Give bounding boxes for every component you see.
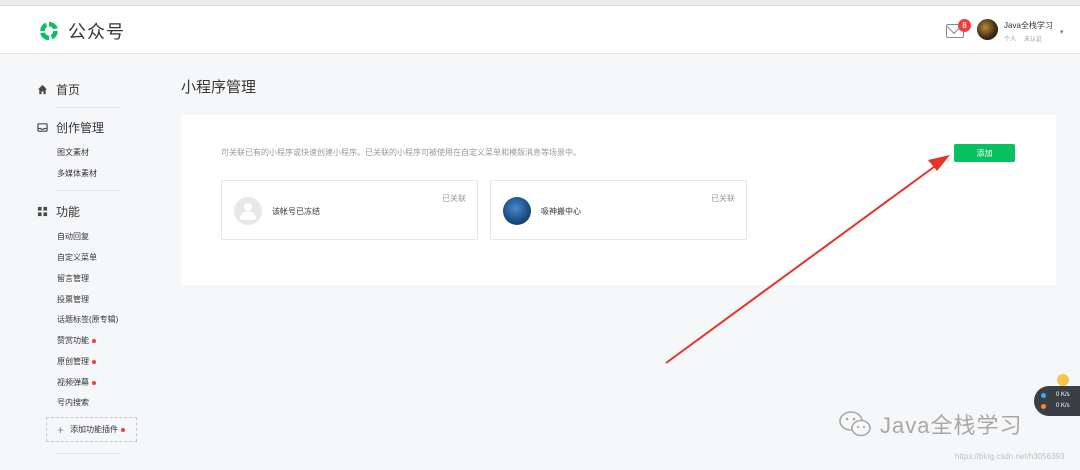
sidebar-section-features[interactable]: 功能 [37,203,80,220]
mail-badge: 8 [958,19,971,32]
sidebar-item-auto-reply[interactable]: 自动回复 [57,231,89,242]
sidebar-item-label: 话题标签(原专辑) [57,315,119,324]
sidebar-item-label: 留言管理 [57,274,89,283]
sidebar: 首页 创作管理 图文素材 多媒体素材 功能 自动回复 自定义菜单 留言管理 投票… [0,55,150,470]
sidebar-item-label: 视频弹幕 [57,378,89,387]
sidebar-section-label: 创作管理 [56,121,105,135]
mini-program-name: 吸神搬中心 [541,207,581,216]
sidebar-section-creation[interactable]: 创作管理 [37,119,104,136]
default-avatar-icon [234,197,262,225]
sidebar-item-appreciation[interactable]: 赞赏功能 [57,335,96,346]
new-dot-indicator [92,380,96,385]
sidebar-item-label: 投票管理 [57,295,89,304]
divider [55,107,120,108]
watermark: Java全栈学习 [838,408,1022,440]
home-icon [37,84,48,95]
wechat-mp-logo-icon [40,21,58,41]
sidebar-item-voting[interactable]: 投票管理 [57,294,89,305]
sidebar-item-home[interactable]: 首页 [37,81,80,98]
download-speed: 0 K/s [1056,403,1070,409]
sidebar-item-topic-tags[interactable]: 话题标签(原专辑) [57,314,118,325]
download-dot-icon [1041,404,1046,409]
sidebar-item-label: 自定义菜单 [57,253,97,262]
mini-program-name: 该帐号已冻结 [272,207,320,216]
add-plugin-button[interactable]: + 添加功能插件 [46,417,137,442]
link-status: 已关联 [711,194,735,203]
sidebar-item-video-danmaku[interactable]: 视频弹幕 [57,377,96,388]
grid-icon [37,206,48,217]
inbox-icon [37,123,48,132]
page-title: 小程序管理 [181,79,257,96]
sidebar-item-originality[interactable]: 原创管理 [57,356,96,367]
plus-icon: + [57,422,65,437]
add-button[interactable]: 添加 [954,144,1015,162]
brand-title: 公众号 [68,22,125,42]
account-info[interactable]: Java全栈学习 个人 未认证 [1004,20,1053,43]
network-speed-widget[interactable]: 0 K/s 0 K/s [1034,386,1080,416]
divider [55,190,120,191]
sidebar-item-media-material[interactable]: 多媒体素材 [57,168,97,179]
mini-program-card[interactable]: 该帐号已冻结 已关联 [221,180,478,240]
new-dot-indicator [92,338,96,343]
mini-program-card[interactable]: 吸神搬中心 已关联 [490,180,747,240]
sidebar-item-comments[interactable]: 留言管理 [57,273,89,284]
sidebar-section-label: 功能 [56,205,81,219]
sidebar-item-custom-menu[interactable]: 自定义菜单 [57,252,97,263]
divider [55,453,120,454]
sidebar-item-label: 赞赏功能 [57,336,89,345]
widget-mascot-icon[interactable] [1057,374,1069,386]
link-status: 已关联 [442,194,466,203]
add-plugin-label: 添加功能插件 [70,425,119,434]
account-verify-status: 未认证 [1024,37,1043,43]
new-dot-indicator [121,427,126,432]
sidebar-item-in-account-search[interactable]: 号内搜索 [57,397,89,408]
mini-program-panel: 可关联已有的小程序或快速创建小程序。已关联的小程序可被使用在自定义菜单和模版消息… [181,115,1056,285]
account-type: 个人 [1004,37,1017,43]
account-avatar[interactable] [977,19,998,40]
new-dot-indicator [92,359,96,364]
top-header: 公众号 8 Java全栈学习 个人 未认证 ▾ [0,6,1080,54]
account-meta: 个人 未认证 [1004,34,1053,43]
account-name: Java全栈学习 [1004,21,1053,30]
mini-program-avatar [503,197,531,225]
sidebar-item-label: 原创管理 [57,357,89,366]
sidebar-item-label: 自动回复 [57,232,89,241]
chevron-down-icon[interactable]: ▾ [1060,28,1064,36]
upload-dot-icon [1041,393,1046,398]
panel-description: 可关联已有的小程序或快速创建小程序。已关联的小程序可被使用在自定义菜单和模版消息… [221,148,581,157]
watermark-text: Java全栈学习 [880,413,1023,438]
sidebar-item-label: 号内搜索 [57,398,89,407]
sidebar-item-label: 首页 [56,83,81,97]
watermark-url: https://blog.csdn.net/h3056393 [955,452,1065,461]
logo[interactable]: 公众号 [38,18,125,44]
sidebar-item-article-material[interactable]: 图文素材 [57,147,89,158]
wechat-icon [839,411,871,437]
upload-speed: 0 K/s [1056,392,1070,398]
